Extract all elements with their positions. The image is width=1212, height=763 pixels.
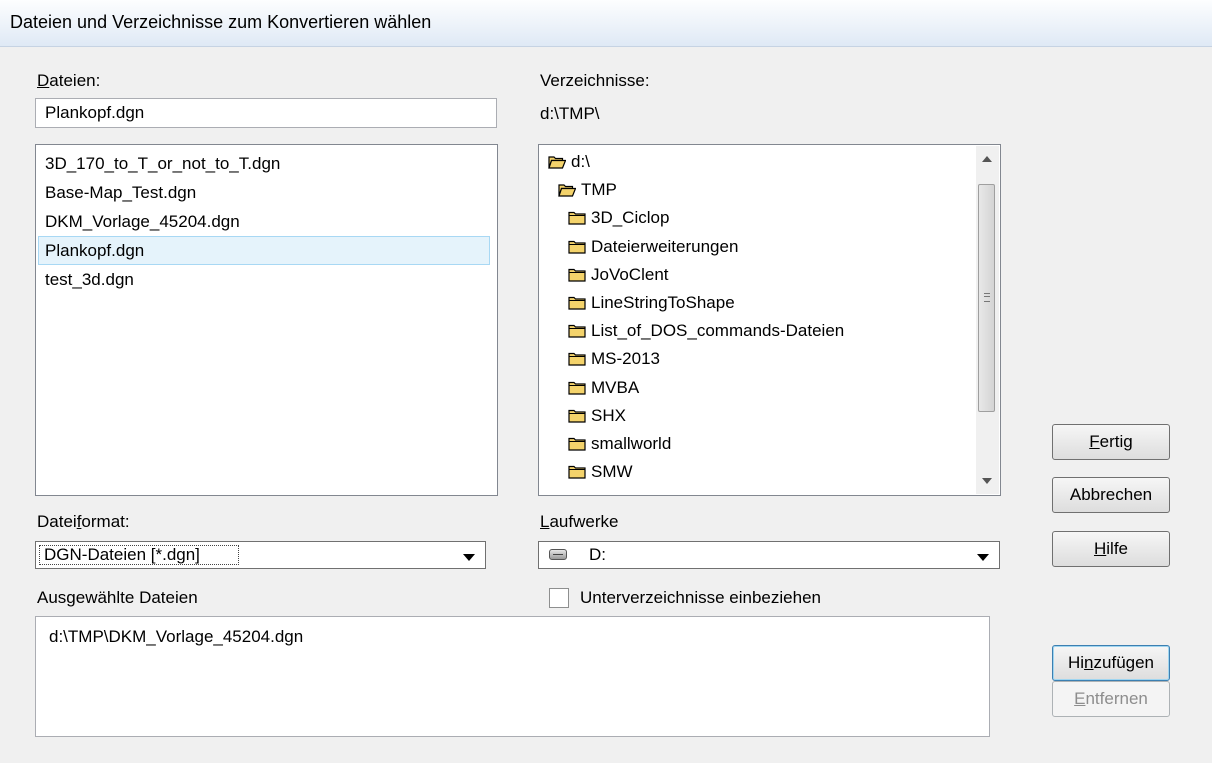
directory-item[interactable]: Dateierweiterungen — [568, 233, 738, 261]
directory-item[interactable]: smallworld — [568, 430, 671, 458]
directory-item-label: List_of_DOS_commands-Dateien — [591, 321, 845, 341]
current-path: d:\TMP\ — [540, 104, 600, 123]
folder-icon — [568, 437, 591, 451]
drive-select[interactable]: D: — [538, 541, 1000, 569]
folder-icon — [568, 324, 591, 338]
file-list-item[interactable]: Plankopf.dgn — [38, 236, 490, 265]
selected-files-label: Ausgewählte Dateien — [37, 588, 198, 607]
directory-item-label: SHX — [591, 405, 626, 425]
directory-item-label: smallworld — [591, 434, 672, 453]
chevron-down-icon[interactable] — [463, 554, 475, 561]
directory-item-label: d:\ — [571, 152, 590, 171]
directory-item[interactable]: MS-2013 — [568, 345, 660, 373]
directory-item-label: SMW — [591, 462, 633, 482]
scroll-down-icon[interactable] — [982, 478, 992, 484]
folder-icon — [568, 211, 591, 225]
directory-scrollbar[interactable] — [976, 146, 999, 494]
directory-item-label: TMP — [581, 180, 617, 200]
directory-item[interactable]: SMW — [568, 458, 633, 486]
directory-item[interactable]: List_of_DOS_commands-Dateien — [568, 317, 844, 345]
window-title: Dateien und Verzeichnisse zum Konvertier… — [10, 12, 432, 32]
directory-item[interactable]: 3D_Ciclop — [568, 204, 669, 232]
scroll-up-icon[interactable] — [982, 156, 992, 162]
directory-tree[interactable]: d:\ TMP 3D_Ciclop Dateierweiterungen JoVoCle… — [538, 144, 1001, 496]
directory-item-label: MVBA — [591, 377, 640, 397]
grip-icon — [984, 293, 990, 302]
filename-input[interactable]: Plankopf.dgn — [35, 98, 497, 128]
directory-item[interactable]: d:\ — [548, 148, 590, 176]
file-list-item[interactable]: 3D_170_to_T_or_not_to_T.dgn — [38, 149, 490, 178]
file-format-select[interactable]: DGN-Dateien [*.dgn] — [35, 541, 486, 569]
drive-icon — [549, 549, 567, 560]
add-button[interactable]: Hinzufügen — [1052, 645, 1170, 681]
selected-file-item[interactable]: d:\TMP\DKM_Vorlage_45204.dgn — [49, 627, 303, 647]
directory-item[interactable]: TMP — [558, 176, 617, 204]
folder-icon — [568, 381, 591, 395]
scroll-thumb[interactable] — [978, 184, 995, 412]
folder-icon — [568, 352, 591, 366]
subdirectories-checkbox[interactable] — [549, 588, 569, 608]
remove-button[interactable]: Entfernen — [1052, 681, 1170, 717]
finish-button[interactable]: Fertig — [1052, 424, 1170, 460]
folder-icon — [568, 409, 591, 423]
file-list-item[interactable]: DKM_Vorlage_45204.dgn — [38, 207, 490, 236]
selected-files-list[interactable]: d:\TMP\DKM_Vorlage_45204.dgn — [35, 616, 990, 737]
directory-item-label: Dateierweiterungen — [591, 236, 739, 256]
folder-icon — [568, 268, 591, 282]
directory-item-label: JoVoClent — [591, 264, 669, 284]
directory-item[interactable]: LineStringToShape — [568, 289, 735, 317]
directory-item[interactable]: JoVoClent — [568, 261, 669, 289]
cancel-button[interactable]: Abbrechen — [1052, 477, 1170, 513]
folder-icon — [568, 465, 591, 479]
file-list-item[interactable]: test_3d.dgn — [38, 265, 490, 294]
directory-item[interactable]: SHX — [568, 402, 626, 430]
chevron-down-icon[interactable] — [977, 554, 989, 561]
file-format-label: Dateiformat: — [37, 512, 130, 531]
directory-item-label: MS-2013 — [591, 349, 660, 369]
subdirectories-label: Unterverzeichnisse einbeziehen — [580, 588, 821, 607]
folder-icon — [568, 240, 591, 254]
directory-item-label: LineStringToShape — [591, 293, 735, 312]
files-label: Dateien: — [37, 71, 101, 90]
title-bar: Dateien und Verzeichnisse zum Konvertier… — [0, 0, 1212, 47]
file-list[interactable]: 3D_170_to_T_or_not_to_T.dgn Base-Map_Test… — [35, 144, 498, 496]
help-button[interactable]: Hilfe — [1052, 531, 1170, 567]
folder-open-icon — [558, 183, 581, 197]
directory-item-label: 3D_Ciclop — [591, 208, 670, 228]
directories-label: Verzeichnisse: — [540, 71, 650, 90]
drives-label: Laufwerke — [540, 512, 619, 531]
directory-item[interactable]: MVBA — [568, 374, 639, 402]
folder-icon — [568, 296, 591, 310]
folder-open-icon — [548, 155, 571, 169]
file-list-item[interactable]: Base-Map_Test.dgn — [38, 178, 490, 207]
